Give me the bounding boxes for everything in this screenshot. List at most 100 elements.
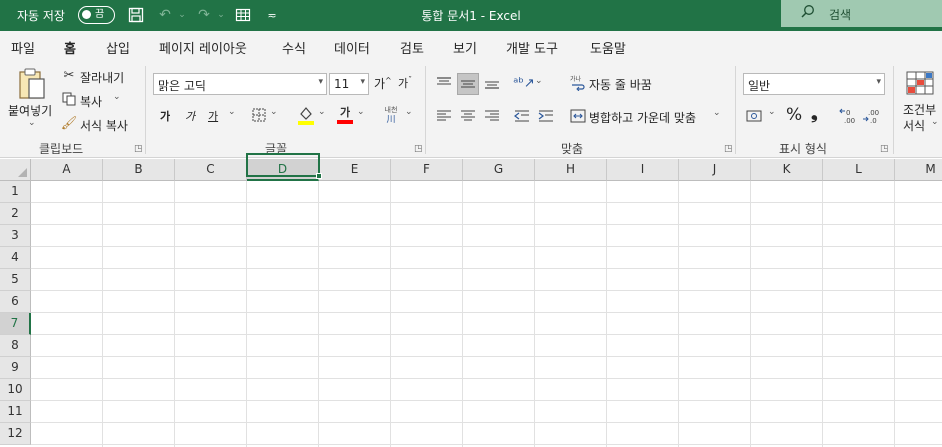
tab-data[interactable]: 데이터 <box>334 38 370 57</box>
align-top-icon[interactable] <box>434 73 454 93</box>
tab-page-layout[interactable]: 페이지 레이아웃 <box>159 38 247 57</box>
number-format-combo[interactable]: 일반 ▾ <box>743 73 885 95</box>
font-color-icon[interactable]: 가 <box>336 104 354 126</box>
merge-center-label[interactable]: 병합하고 가운데 맞춤 <box>589 109 696 126</box>
conditional-formatting-label-1[interactable]: 조건부 <box>903 101 936 118</box>
accounting-dropdown-icon[interactable]: ⌄ <box>768 107 776 117</box>
percent-style-button[interactable]: % <box>786 105 802 125</box>
tab-file[interactable]: 파일 <box>11 38 35 57</box>
active-cell-D7[interactable] <box>246 153 322 179</box>
column-header-M[interactable]: M <box>895 159 942 181</box>
borders-icon[interactable] <box>251 107 267 123</box>
column-header-A[interactable]: A <box>31 159 103 181</box>
column-header-H[interactable]: H <box>535 159 607 181</box>
tab-formulas[interactable]: 수식 <box>282 38 306 57</box>
row-header-1[interactable]: 1 <box>0 181 31 203</box>
align-bottom-icon[interactable] <box>482 73 502 93</box>
decrease-indent-icon[interactable] <box>512 106 532 126</box>
row-header-6[interactable]: 6 <box>0 291 31 313</box>
fill-handle[interactable] <box>316 173 322 179</box>
font-launcher-icon[interactable]: ◳ <box>414 144 423 154</box>
alignment-launcher-icon[interactable]: ◳ <box>724 144 733 154</box>
cell-area[interactable] <box>31 181 942 447</box>
row-header-8[interactable]: 8 <box>0 335 31 357</box>
row-header-11[interactable]: 11 <box>0 401 31 423</box>
tab-help[interactable]: 도움말 <box>590 38 626 57</box>
copy-icon[interactable] <box>61 91 77 107</box>
format-painter-icon[interactable]: 🖌 <box>61 115 78 131</box>
paste-icon[interactable] <box>15 66 49 102</box>
borders-dropdown-icon[interactable]: ⌄ <box>270 107 278 117</box>
column-header-K[interactable]: K <box>751 159 823 181</box>
align-middle-icon[interactable] <box>457 73 479 95</box>
cut-icon[interactable]: ✂ <box>61 67 77 83</box>
accounting-format-icon[interactable] <box>745 107 767 125</box>
comma-style-button[interactable]: ❟ <box>811 104 818 124</box>
alignment-group-label: 맞춤 <box>561 142 584 156</box>
conditional-formatting-label-2[interactable]: 서식 <box>903 117 925 134</box>
column-header-E[interactable]: E <box>319 159 391 181</box>
clipboard-launcher-icon[interactable]: ◳ <box>134 144 143 154</box>
tab-view[interactable]: 보기 <box>453 38 477 57</box>
number-group-label: 표시 형식 <box>779 142 827 156</box>
row-header-10[interactable]: 10 <box>0 379 31 401</box>
column-header-G[interactable]: G <box>463 159 535 181</box>
column-header-L[interactable]: L <box>823 159 895 181</box>
orientation-icon[interactable]: ᵃᵇ↗ <box>513 74 535 92</box>
number-launcher-icon[interactable]: ◳ <box>880 144 889 154</box>
row-header-7[interactable]: 7 <box>0 313 31 335</box>
wrap-text-label[interactable]: 자동 줄 바꿈 <box>589 76 652 93</box>
bold-button[interactable]: 가 <box>160 108 170 124</box>
format-painter-label[interactable]: 서식 복사 <box>80 117 128 134</box>
column-header-F[interactable]: F <box>391 159 463 181</box>
font-color-dropdown-icon[interactable]: ⌄ <box>357 107 365 117</box>
increase-font-size-icon[interactable]: 가^ <box>374 75 392 92</box>
increase-decimal-icon[interactable]: 0.00 <box>838 106 860 126</box>
align-center-icon[interactable] <box>458 106 478 126</box>
column-header-B[interactable]: B <box>103 159 175 181</box>
align-left-icon[interactable] <box>434 106 454 126</box>
column-header-C[interactable]: C <box>175 159 247 181</box>
cut-label[interactable]: 잘라내기 <box>80 69 124 86</box>
row-header-12[interactable]: 12 <box>0 423 31 445</box>
wrap-text-icon[interactable]: 가나 <box>568 74 588 92</box>
increase-indent-icon[interactable] <box>536 106 556 126</box>
paste-label[interactable]: 붙여넣기 <box>8 102 52 119</box>
chevron-down-icon: ▾ <box>876 77 881 87</box>
conditional-formatting-icon[interactable] <box>906 71 934 95</box>
worksheet-grid[interactable]: ABCDEFGHIJKLM 1 2 3 4 5 6 7 8 9 10 11 12 <box>0 159 942 447</box>
fill-color-icon[interactable] <box>297 104 315 126</box>
tab-home[interactable]: 홈 <box>63 38 77 64</box>
select-all-corner[interactable] <box>0 159 31 181</box>
merge-dropdown-icon[interactable]: ⌄ <box>713 108 721 118</box>
svg-text:0: 0 <box>846 109 850 117</box>
copy-label[interactable]: 복사 <box>80 93 102 110</box>
font-name-combo[interactable]: 맑은 고딕 ▾ <box>153 73 327 95</box>
font-size-combo[interactable]: 11 ▾ <box>329 73 369 95</box>
underline-button[interactable]: 가 <box>208 108 218 124</box>
conditional-formatting-dropdown-icon[interactable]: ⌄ <box>931 117 939 127</box>
orientation-dropdown-icon[interactable]: ⌄ <box>535 76 543 86</box>
underline-dropdown-icon[interactable]: ⌄ <box>228 107 236 117</box>
phonetic-guide-icon[interactable]: 내천 川 <box>380 104 402 126</box>
decrease-font-size-icon[interactable]: 가ˇ <box>398 75 412 91</box>
copy-dropdown-icon[interactable]: ⌄ <box>113 92 121 102</box>
column-header-I[interactable]: I <box>607 159 679 181</box>
row-header-2[interactable]: 2 <box>0 203 31 225</box>
tab-review[interactable]: 검토 <box>400 38 424 57</box>
fill-color-dropdown-icon[interactable]: ⌄ <box>318 107 326 117</box>
row-header-3[interactable]: 3 <box>0 225 31 247</box>
row-header-5[interactable]: 5 <box>0 269 31 291</box>
row-header-4[interactable]: 4 <box>0 247 31 269</box>
tab-developer[interactable]: 개발 도구 <box>506 38 558 57</box>
phonetic-dropdown-icon[interactable]: ⌄ <box>405 107 413 117</box>
paste-dropdown-icon[interactable]: ⌄ <box>28 118 36 128</box>
tab-insert[interactable]: 삽입 <box>106 38 130 57</box>
search-box[interactable]: 검색 <box>781 0 942 27</box>
italic-button[interactable]: 가 <box>185 108 195 124</box>
decrease-decimal-icon[interactable]: .00.0 <box>861 106 883 126</box>
merge-center-icon[interactable] <box>568 106 588 126</box>
row-header-9[interactable]: 9 <box>0 357 31 379</box>
align-right-icon[interactable] <box>482 106 502 126</box>
column-header-J[interactable]: J <box>679 159 751 181</box>
